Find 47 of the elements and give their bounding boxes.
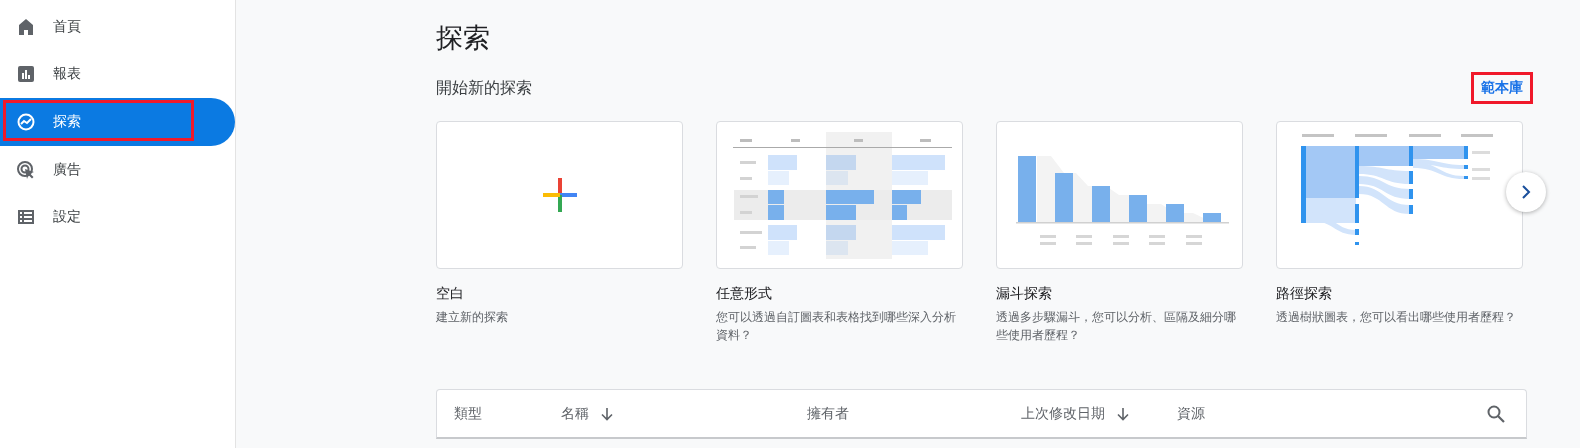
label-placeholder [1113, 235, 1129, 245]
section-title: 開始新的探索 [436, 77, 532, 99]
column-header[interactable]: 資源 [1177, 404, 1205, 423]
target-cursor-icon [16, 159, 36, 180]
sort-arrow-icon[interactable] [599, 405, 615, 422]
template-description: 透過樹狀圖表，您可以看出哪些使用者歷程？ [1276, 309, 1517, 326]
search-icon[interactable] [1486, 403, 1506, 424]
plus-icon [542, 178, 577, 212]
template-title: 漏斗探索 [996, 285, 1053, 303]
funnel-bar [1018, 156, 1036, 222]
label-placeholder [1186, 235, 1202, 245]
nav-label: 首頁 [53, 17, 81, 36]
template-description: 您可以透過自訂圖表和表格找到哪些深入分析資料？ [716, 309, 957, 344]
label-placeholder [1076, 235, 1092, 245]
nav-label: 報表 [53, 65, 81, 84]
sort-arrow-icon[interactable] [1115, 405, 1131, 422]
nav-label: 廣告 [53, 160, 81, 179]
label-placeholder [1149, 235, 1165, 245]
template-title: 任意形式 [716, 285, 773, 303]
column-header[interactable]: 類型 [454, 404, 482, 423]
page-title: 探索 [436, 21, 491, 55]
nav-item[interactable]: 探索 [0, 98, 235, 146]
next-button[interactable] [1506, 172, 1546, 212]
template-library-link[interactable]: 範本庫 [1471, 72, 1533, 104]
nav-item[interactable]: 廣告 [0, 145, 235, 194]
bar-chart-icon [16, 64, 36, 85]
nav-label: 設定 [53, 208, 81, 227]
funnel-bar [1092, 186, 1110, 222]
funnel-bar [1129, 195, 1147, 222]
nav-item[interactable]: 報表 [0, 50, 235, 99]
trend-chart-icon [16, 112, 36, 132]
nav-item[interactable]: 設定 [0, 193, 235, 241]
nav-label: 探索 [53, 113, 81, 131]
label-placeholder [1040, 235, 1056, 245]
template-card[interactable] [1276, 121, 1523, 269]
template-title: 空白 [436, 285, 465, 303]
home-icon [16, 16, 36, 37]
funnel-bar [1203, 213, 1221, 222]
column-header[interactable]: 名稱 [561, 404, 589, 423]
template-description: 建立新的探索 [436, 309, 509, 326]
column-header[interactable]: 上次修改日期 [1021, 404, 1105, 423]
column-header[interactable]: 擁有者 [807, 404, 849, 423]
template-description: 透過多步驟漏斗，您可以分析、區隔及細分哪些使用者歷程？ [996, 309, 1237, 344]
nav-item[interactable]: 首頁 [0, 3, 235, 51]
funnel-bar [1166, 204, 1184, 222]
funnel-bar [1055, 173, 1073, 222]
template-title: 路徑探索 [1276, 285, 1333, 303]
